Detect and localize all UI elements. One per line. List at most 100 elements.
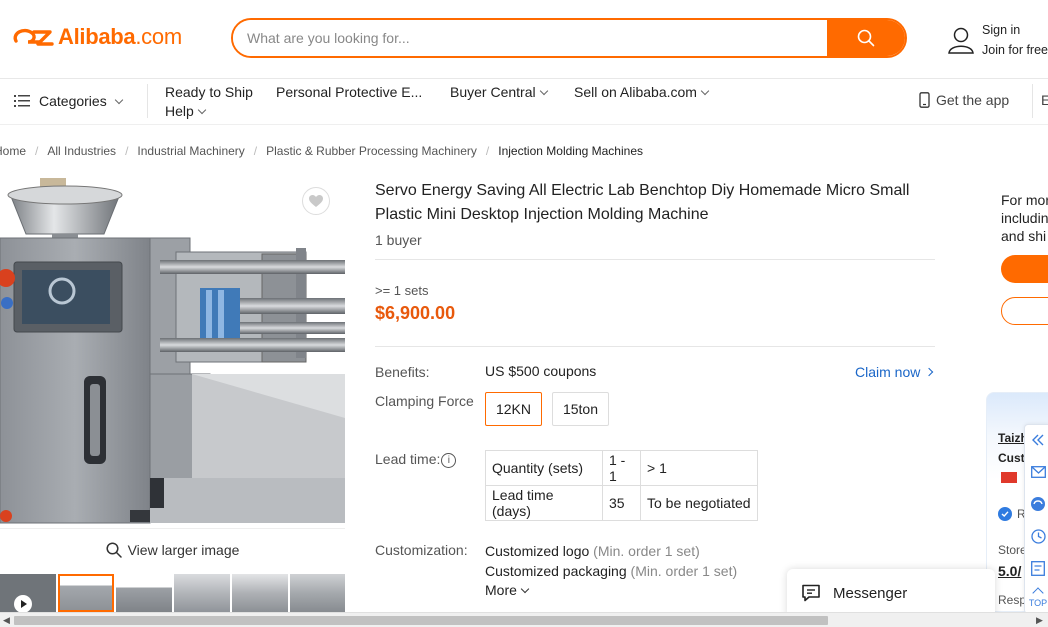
message-icon — [802, 584, 820, 602]
get-app-link[interactable]: Get the app — [919, 92, 1009, 108]
scroll-right-icon[interactable]: ▶ — [1036, 615, 1043, 626]
chevron-right-icon — [925, 367, 934, 377]
nav-sell-label: Sell on Alibaba.com — [574, 84, 697, 100]
benefits-label: Benefits: — [375, 364, 430, 380]
side-toolbar: TOP — [1024, 424, 1048, 614]
buyer-count: 1 buyer — [375, 232, 422, 248]
zoom-icon — [106, 541, 122, 558]
claim-now-link[interactable]: Claim now — [855, 364, 934, 380]
join-link[interactable]: Join for free — [982, 40, 1048, 60]
info-line-3: and shi — [1001, 228, 1047, 244]
heart-icon — [309, 194, 323, 207]
back-to-top-button[interactable]: TOP — [1027, 585, 1048, 608]
table-cell: 35 — [602, 485, 641, 521]
chevron-down-icon — [539, 86, 548, 95]
nav-help[interactable]: Help — [165, 103, 207, 119]
breadcrumb-plastic-rubber[interactable]: Plastic & Rubber Processing Machinery — [266, 144, 477, 158]
info-line-1: For mor — [1001, 192, 1048, 208]
more-customization-link[interactable]: More — [485, 582, 530, 598]
breadcrumb-all-industries[interactable]: All Industries — [47, 144, 116, 158]
breadcrumb: Home / All Industries / Industrial Machi… — [0, 144, 643, 158]
store-rating-label: Store — [998, 543, 1027, 557]
alibaba-logo[interactable]: Alibaba.com — [10, 24, 182, 50]
breadcrumb-injection-molding[interactable]: Injection Molding Machines — [498, 144, 643, 158]
signin-link[interactable]: Sign in — [982, 20, 1048, 40]
scroll-left-icon[interactable]: ◀ — [3, 615, 10, 626]
clamping-option-15ton[interactable]: 15ton — [552, 392, 609, 426]
nav-ppe[interactable]: Personal Protective E... — [276, 84, 422, 100]
custom-packaging: Customized packaging — [485, 563, 627, 579]
lead-time-table: Quantity (sets) 1 - 1 > 1 Lead time (day… — [485, 450, 758, 521]
nav-divider — [1032, 84, 1033, 118]
collapse-icon[interactable] — [1029, 431, 1047, 449]
shipping-info-text: For mor includin and shi — [1001, 191, 1048, 245]
product-title: Servo Energy Saving All Electric Lab Ben… — [375, 182, 910, 223]
table-cell: Lead time (days) — [485, 485, 603, 521]
scrollbar-thumb[interactable] — [14, 616, 828, 625]
custom-packaging-line: Customized packaging (Min. order 1 set) — [485, 563, 737, 579]
favorite-button[interactable] — [302, 187, 330, 215]
phone-icon — [919, 92, 930, 108]
verified-icon — [998, 507, 1012, 521]
chat-icon[interactable] — [1029, 495, 1047, 513]
thumbnail-5[interactable] — [290, 574, 345, 612]
customization-label: Customization: — [375, 542, 468, 558]
chevron-up-icon — [1032, 587, 1044, 599]
alibaba-logo-icon — [13, 28, 54, 46]
cn-flag-icon — [1001, 472, 1017, 483]
categories-label: Categories — [39, 93, 107, 109]
messenger-label: Messenger — [833, 584, 908, 602]
search-icon — [857, 29, 875, 47]
signin-area[interactable]: Sign in Join for free — [946, 20, 1048, 60]
thumbnail-3[interactable] — [174, 574, 230, 612]
search-bar — [231, 18, 907, 58]
breadcrumb-home[interactable]: Home — [0, 144, 26, 158]
history-icon[interactable] — [1029, 527, 1047, 545]
custom-logo: Customized logo — [485, 543, 590, 559]
lead-time-text: Lead time: — [375, 451, 441, 467]
categories-menu[interactable]: Categories — [14, 93, 123, 109]
chevron-down-icon — [520, 584, 530, 593]
thumbnail-2[interactable] — [116, 574, 172, 612]
custom-packaging-note: (Min. order 1 set) — [630, 563, 738, 579]
clamping-option-12kn[interactable]: 12KN — [485, 392, 542, 426]
product-price: $6,900.00 — [375, 303, 456, 323]
horizontal-scrollbar[interactable]: ◀ ▶ — [0, 612, 1048, 627]
lead-time-label: Lead time: i — [375, 451, 457, 468]
feedback-icon[interactable] — [1029, 559, 1047, 577]
custom-logo-note: (Min. order 1 set) — [593, 543, 700, 559]
search-button[interactable] — [827, 20, 905, 56]
clamping-force-label: Clamping Force — [375, 393, 474, 409]
injection-machine-image — [0, 178, 345, 528]
nav-sell[interactable]: Sell on Alibaba.com — [574, 84, 710, 100]
view-larger-image-button[interactable]: View larger image — [0, 528, 345, 570]
custom-logo-line: Customized logo (Min. order 1 set) — [485, 543, 700, 559]
mail-icon[interactable] — [1029, 463, 1047, 481]
header-divider — [0, 78, 1048, 79]
table-cell: > 1 — [640, 450, 758, 486]
messenger-widget[interactable]: Messenger — [787, 569, 995, 617]
store-rating-value[interactable]: 5.0/ — [998, 563, 1021, 579]
main-product-image[interactable] — [0, 178, 345, 528]
breadcrumb-industrial-machinery[interactable]: Industrial Machinery — [137, 144, 244, 158]
nav-language[interactable]: E — [1041, 92, 1048, 108]
table-cell: Quantity (sets) — [485, 450, 603, 486]
start-order-button[interactable] — [1001, 255, 1048, 283]
get-app-label: Get the app — [936, 92, 1010, 108]
view-larger-label: View larger image — [127, 541, 240, 558]
nav-ready-to-ship[interactable]: Ready to Ship — [165, 84, 253, 100]
nav-buyer-central[interactable]: Buyer Central — [450, 84, 548, 100]
benefits-value: US $500 coupons — [485, 363, 597, 379]
thumbnail-1[interactable] — [58, 574, 114, 612]
thumbnail-video[interactable] — [0, 574, 56, 612]
contact-supplier-button[interactable] — [1001, 297, 1048, 325]
nav-divider — [147, 84, 148, 118]
min-order: >= 1 sets — [375, 283, 429, 298]
price-divider — [375, 346, 935, 347]
search-input[interactable] — [233, 20, 827, 56]
info-line-2: includin — [1001, 210, 1048, 226]
thumbnail-4[interactable] — [232, 574, 288, 612]
info-icon[interactable]: i — [441, 452, 457, 468]
table-row: Quantity (sets) 1 - 1 > 1 — [485, 450, 758, 486]
more-label: More — [485, 582, 517, 598]
